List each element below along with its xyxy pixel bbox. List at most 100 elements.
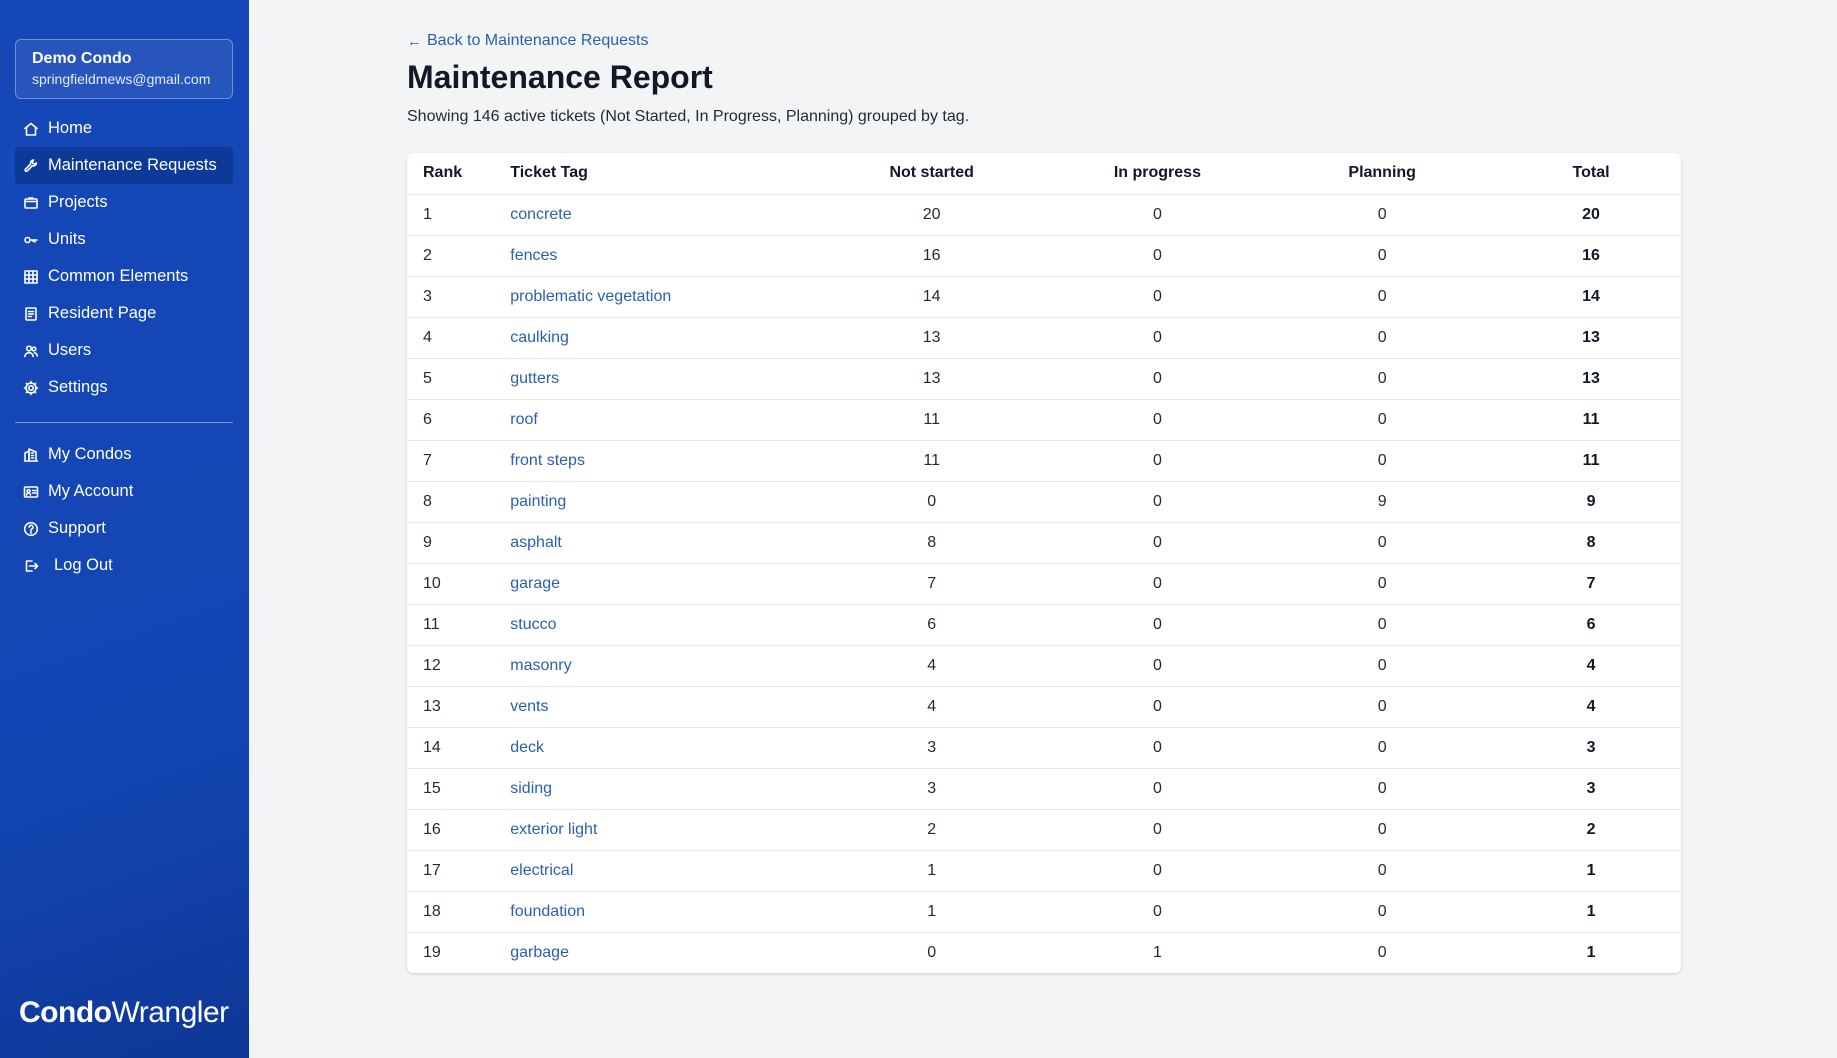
cell-not-started: 3 [811,727,1052,769]
sidebar-item-projects[interactable]: Projects [15,184,233,221]
ticket-tag-link[interactable]: asphalt [510,534,562,551]
ticket-tag-link[interactable]: painting [510,493,566,510]
cell-rank: 12 [407,645,511,687]
cell-total: 14 [1501,276,1681,318]
sidebar-nav: Home Maintenance Requests Projects Units Com… [15,110,233,584]
cell-total: 16 [1501,235,1681,277]
sidebar-item-settings[interactable]: Settings [15,369,233,406]
ticket-tag-link[interactable]: garbage [510,944,569,961]
ticket-tag-link[interactable]: caulking [510,329,569,346]
cell-total: 4 [1501,686,1681,728]
cell-in-progress: 0 [1051,768,1264,810]
cell-total: 1 [1501,850,1681,892]
cell-ticket-tag: electrical [510,850,812,892]
sidebar-item-support[interactable]: Support [15,510,233,547]
report-table-card: Rank Ticket Tag Not started In progress … [407,153,1681,973]
table-row: 15 siding 3 0 0 3 [407,768,1681,810]
cell-not-started: 4 [811,686,1052,728]
id-card-icon [22,483,40,501]
sidebar-item-label: Resident Page [48,304,157,322]
cell-in-progress: 0 [1051,727,1264,769]
sidebar-item-label: Units [48,230,86,248]
cell-total: 20 [1501,194,1681,236]
back-to-maintenance-link[interactable]: ← Back to Maintenance Requests [407,32,648,50]
cell-ticket-tag: siding [510,768,812,810]
sidebar-item-my-account[interactable]: My Account [15,473,233,510]
cell-total: 1 [1501,891,1681,933]
cell-in-progress: 0 [1051,440,1264,482]
account-switcher[interactable]: Demo Condo springfieldmews@gmail.com [15,39,233,99]
ticket-tag-link[interactable]: roof [510,411,538,428]
table-row: 12 masonry 4 0 0 4 [407,645,1681,687]
cell-not-started: 6 [811,604,1052,646]
ticket-tag-link[interactable]: siding [510,780,552,797]
cell-planning: 0 [1263,645,1502,687]
cell-in-progress: 0 [1051,891,1264,933]
cell-in-progress: 0 [1051,645,1264,687]
cell-ticket-tag: foundation [510,891,812,933]
ticket-tag-link[interactable]: deck [510,739,544,756]
ticket-tag-link[interactable]: stucco [510,616,556,633]
ticket-tag-link[interactable]: problematic vegetation [510,288,671,305]
cell-rank: 1 [407,194,511,236]
table-row: 10 garage 7 0 0 7 [407,563,1681,605]
table-row: 18 foundation 1 0 0 1 [407,891,1681,933]
header-not-started: Not started [811,153,1052,195]
ticket-tag-link[interactable]: front steps [510,452,585,469]
table-row: 11 stucco 6 0 0 6 [407,604,1681,646]
back-link-label: Back to Maintenance Requests [427,32,649,49]
cell-ticket-tag: deck [510,727,812,769]
cell-total: 3 [1501,768,1681,810]
cell-in-progress: 0 [1051,399,1264,441]
table-row: 7 front steps 11 0 0 11 [407,440,1681,482]
logo-part-wrangler: Wrangler [111,996,229,1029]
cell-ticket-tag: fences [510,235,812,277]
sidebar-item-users[interactable]: Users [15,332,233,369]
cell-rank: 8 [407,481,511,523]
ticket-tag-link[interactable]: vents [510,698,548,715]
cell-planning: 0 [1263,727,1502,769]
cell-total: 7 [1501,563,1681,605]
condowrangler-logo[interactable]: CondoWrangler [19,996,229,1030]
account-email: springfieldmews@gmail.com [32,71,211,87]
cell-ticket-tag: problematic vegetation [510,276,812,318]
ticket-tag-link[interactable]: exterior light [510,821,597,838]
cell-not-started: 0 [927,943,937,961]
arrow-left-icon: ← [407,32,422,50]
ticket-tag-link[interactable]: garage [510,575,560,592]
sidebar-item-label: My Account [48,482,134,500]
cell-planning: 0 [1263,768,1502,810]
ticket-tag-link[interactable]: concrete [510,206,571,223]
cell-planning: 0 [1377,943,1387,961]
cell-not-started: 0 [811,481,1052,523]
table-row: 9 asphalt 8 0 0 8 [407,522,1681,564]
sidebar-item-log-out[interactable]: Log Out [15,547,233,584]
cell-planning: 0 [1263,686,1502,728]
ticket-tag-link[interactable]: electrical [510,862,573,879]
cell-not-started: 20 [811,194,1052,236]
ticket-tag-link[interactable]: fences [510,247,557,264]
cell-rank: 6 [407,399,511,441]
cell-rank: 11 [407,604,511,646]
home-icon [22,120,40,138]
ticket-tag-link[interactable]: masonry [510,657,571,674]
sidebar-item-units[interactable]: Units [15,221,233,258]
sidebar-item-my-condos[interactable]: My Condos [15,436,233,473]
cell-ticket-tag: gutters [510,358,812,400]
header-rank: Rank [407,153,511,195]
sidebar-item-resident-page[interactable]: Resident Page [15,295,233,332]
sidebar-item-home[interactable]: Home [15,110,233,147]
cell-in-progress: 0 [1051,809,1264,851]
ticket-tag-link[interactable]: gutters [510,370,559,387]
cell-rank: 5 [407,358,511,400]
sidebar-item-common-elements[interactable]: Common Elements [15,258,233,295]
cell-rank: 7 [407,440,511,482]
users-icon [22,342,40,360]
cell-ticket-tag: garbage [510,932,812,973]
cell-planning: 0 [1263,891,1502,933]
table-row: 1 concrete 20 0 0 20 [407,194,1681,236]
ticket-tag-link[interactable]: foundation [510,903,585,920]
cell-total: 13 [1501,358,1681,400]
cell-not-started: 3 [811,768,1052,810]
sidebar-item-maintenance-requests[interactable]: Maintenance Requests [15,147,233,184]
